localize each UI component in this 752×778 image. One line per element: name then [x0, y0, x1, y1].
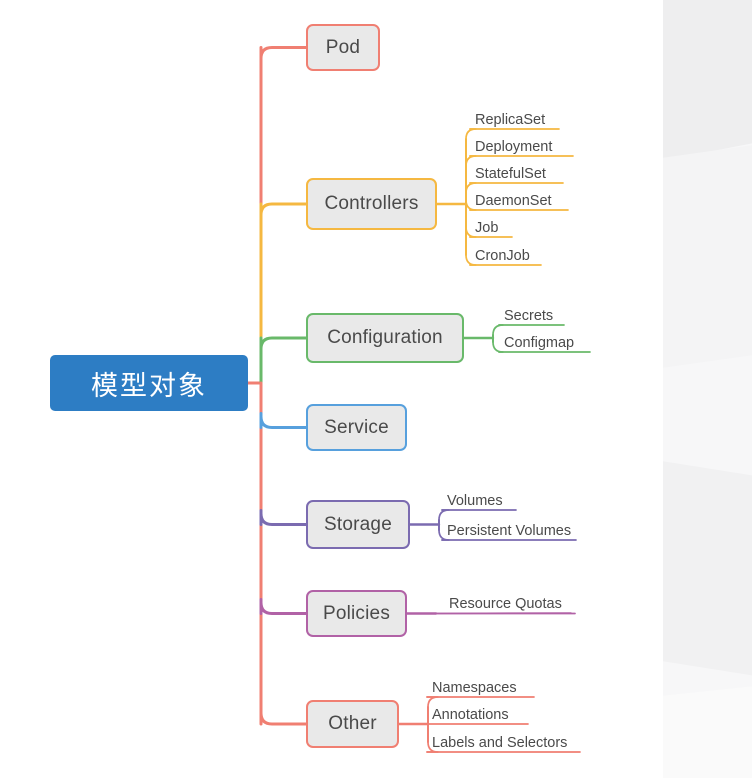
connector-line	[259, 598, 308, 615]
connector-line	[259, 509, 308, 526]
mindmap-node-policies[interactable]: Policies	[306, 590, 407, 637]
mindmap-leaf-deployment[interactable]: Deployment	[475, 140, 552, 155]
background-shape-4	[663, 683, 752, 778]
mindmap-node-service[interactable]: Service	[306, 404, 407, 451]
mindmap-leaf-cronjob[interactable]: CronJob	[475, 249, 530, 264]
mindmap-leaf-volumes[interactable]: Volumes	[447, 494, 503, 509]
mindmap-leaf-statefulset[interactable]: StatefulSet	[475, 167, 546, 182]
mindmap-leaf-replicaset[interactable]: ReplicaSet	[475, 113, 545, 128]
mindmap-leaf-configmap[interactable]: Configmap	[504, 336, 574, 351]
mindmap-canvas: Pod Controllers Configuration Service Storag…	[0, 0, 663, 778]
mindmap-leaf-resource-quotas[interactable]: Resource Quotas	[449, 597, 562, 612]
connector-line	[259, 202, 308, 220]
connector-line	[492, 324, 504, 336]
mindmap-leaf-labels-and-selectors[interactable]: Labels and Selectors	[432, 736, 567, 751]
mindmap-leaf-namespaces[interactable]: Namespaces	[432, 681, 517, 696]
mindmap-leaf-job[interactable]: Job	[475, 221, 498, 236]
connector-line	[465, 182, 477, 194]
connector-line	[259, 336, 308, 354]
mindmap-screenshot: Pod Controllers Configuration Service Storag…	[0, 0, 752, 778]
background-panel-right	[663, 0, 752, 778]
connector-line	[259, 708, 308, 726]
connector-line	[492, 341, 504, 353]
mindmap-leaf-persistent-volumes[interactable]: Persistent Volumes	[447, 524, 571, 539]
mindmap-leaf-annotations[interactable]: Annotations	[432, 708, 509, 723]
connector-line	[438, 509, 450, 521]
mindmap-leaf-secrets[interactable]: Secrets	[504, 309, 553, 324]
mindmap-node-storage[interactable]: Storage	[306, 500, 410, 549]
background-shape-3	[663, 459, 752, 681]
connector-line	[465, 155, 477, 167]
mindmap-node-controllers[interactable]: Controllers	[306, 178, 437, 230]
mindmap-node-other[interactable]: Other	[306, 700, 399, 748]
mindmap-node-pod[interactable]: Pod	[306, 24, 380, 71]
connector-line	[259, 412, 308, 429]
background-shape-1	[663, 0, 752, 163]
connector-line	[259, 46, 308, 63]
mindmap-node-configuration[interactable]: Configuration	[306, 313, 464, 363]
connector-line	[426, 696, 439, 708]
mindmap-root-node[interactable]: 模型对象	[50, 355, 248, 411]
mindmap-leaf-daemonset[interactable]: DaemonSet	[475, 194, 552, 209]
background-shape-2	[663, 140, 752, 370]
connector-line	[465, 128, 477, 140]
